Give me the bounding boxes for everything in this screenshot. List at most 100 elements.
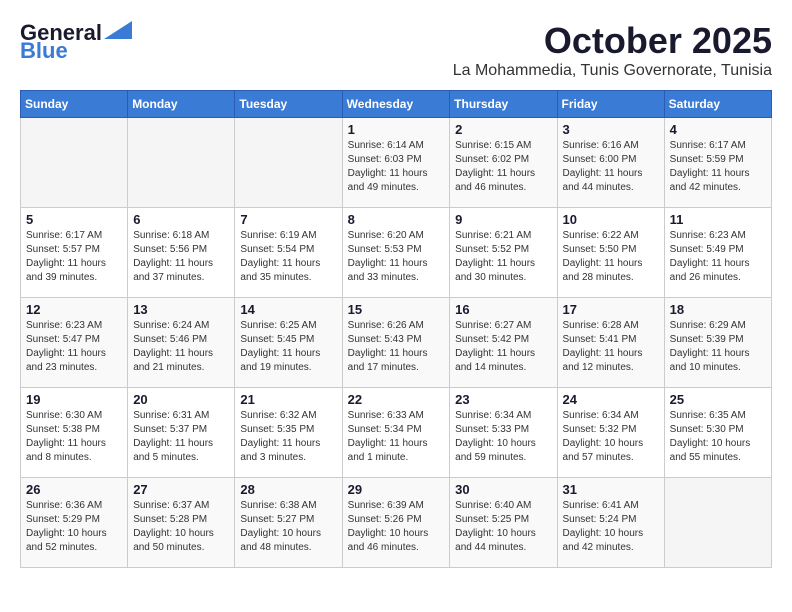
calendar-cell: 15 Sunrise: 6:26 AM Sunset: 5:43 PM Dayli… <box>342 298 450 388</box>
calendar-cell: 31 Sunrise: 6:41 AM Sunset: 5:24 PM Dayli… <box>557 478 664 568</box>
calendar-cell: 29Sunrise: 6:39 AM Sunset: 5:26 PM Dayli… <box>342 478 450 568</box>
day-number: 15 <box>348 302 445 317</box>
calendar-cell: 14 Sunrise: 6:25 AM Sunset: 5:45 PM Dayli… <box>235 298 342 388</box>
day-number: 26 <box>26 482 122 497</box>
day-info: Sunrise: 6:34 AM Sunset: 5:33 PM Dayligh… <box>455 409 551 465</box>
calendar-cell: 25 Sunrise: 6:35 AM Sunset: 5:30 PM Dayli… <box>664 388 771 478</box>
day-info: Sunrise: 6:23 AM Sunset: 5:49 PM Dayligh… <box>670 229 766 285</box>
day-number: 28 <box>240 482 336 497</box>
day-info: Sunrise: 6:20 AM Sunset: 5:53 PM Dayligh… <box>348 229 445 285</box>
calendar-cell: 23Sunrise: 6:34 AM Sunset: 5:33 PM Dayli… <box>450 388 557 478</box>
calendar-cell <box>128 118 235 208</box>
day-number: 3 <box>563 122 659 137</box>
day-info: Sunrise: 6:21 AM Sunset: 5:52 PM Dayligh… <box>455 229 551 285</box>
column-header-wednesday: Wednesday <box>342 91 450 118</box>
day-number: 17 <box>563 302 659 317</box>
day-info: Sunrise: 6:27 AM Sunset: 5:42 PM Dayligh… <box>455 319 551 375</box>
day-number: 13 <box>133 302 229 317</box>
day-info: Sunrise: 6:30 AM Sunset: 5:38 PM Dayligh… <box>26 409 122 465</box>
day-info: Sunrise: 6:16 AM Sunset: 6:00 PM Dayligh… <box>563 139 659 195</box>
column-header-tuesday: Tuesday <box>235 91 342 118</box>
calendar-cell: 17Sunrise: 6:28 AM Sunset: 5:41 PM Dayli… <box>557 298 664 388</box>
logo-blue-text: Blue <box>20 38 68 64</box>
calendar-cell: 22Sunrise: 6:33 AM Sunset: 5:34 PM Dayli… <box>342 388 450 478</box>
calendar-cell: 7 Sunrise: 6:19 AM Sunset: 5:54 PM Daylig… <box>235 208 342 298</box>
day-info: Sunrise: 6:18 AM Sunset: 5:56 PM Dayligh… <box>133 229 229 285</box>
day-info: Sunrise: 6:15 AM Sunset: 6:02 PM Dayligh… <box>455 139 551 195</box>
title-block: October 2025 La Mohammedia, Tunis Govern… <box>453 20 772 80</box>
day-info: Sunrise: 6:29 AM Sunset: 5:39 PM Dayligh… <box>670 319 766 375</box>
day-number: 11 <box>670 212 766 227</box>
day-number: 30 <box>455 482 551 497</box>
day-info: Sunrise: 6:32 AM Sunset: 5:35 PM Dayligh… <box>240 409 336 465</box>
day-number: 21 <box>240 392 336 407</box>
day-number: 19 <box>26 392 122 407</box>
day-number: 16 <box>455 302 551 317</box>
calendar-cell: 13 Sunrise: 6:24 AM Sunset: 5:46 PM Dayli… <box>128 298 235 388</box>
day-info: Sunrise: 6:37 AM Sunset: 5:28 PM Dayligh… <box>133 499 229 555</box>
day-number: 27 <box>133 482 229 497</box>
day-info: Sunrise: 6:39 AM Sunset: 5:26 PM Dayligh… <box>348 499 445 555</box>
day-number: 14 <box>240 302 336 317</box>
calendar-cell: 21 Sunrise: 6:32 AM Sunset: 5:35 PM Dayli… <box>235 388 342 478</box>
calendar-cell: 18 Sunrise: 6:29 AM Sunset: 5:39 PM Dayli… <box>664 298 771 388</box>
day-number: 6 <box>133 212 229 227</box>
calendar-cell: 16 Sunrise: 6:27 AM Sunset: 5:42 PM Dayli… <box>450 298 557 388</box>
day-info: Sunrise: 6:26 AM Sunset: 5:43 PM Dayligh… <box>348 319 445 375</box>
day-number: 18 <box>670 302 766 317</box>
calendar-cell: 27 Sunrise: 6:37 AM Sunset: 5:28 PM Dayli… <box>128 478 235 568</box>
calendar-week-row: 26 Sunrise: 6:36 AM Sunset: 5:29 PM Dayli… <box>21 478 772 568</box>
calendar-cell: 12Sunrise: 6:23 AM Sunset: 5:47 PM Dayli… <box>21 298 128 388</box>
day-info: Sunrise: 6:34 AM Sunset: 5:32 PM Dayligh… <box>563 409 659 465</box>
column-header-thursday: Thursday <box>450 91 557 118</box>
day-info: Sunrise: 6:25 AM Sunset: 5:45 PM Dayligh… <box>240 319 336 375</box>
calendar-cell <box>21 118 128 208</box>
day-info: Sunrise: 6:35 AM Sunset: 5:30 PM Dayligh… <box>670 409 766 465</box>
day-info: Sunrise: 6:38 AM Sunset: 5:27 PM Dayligh… <box>240 499 336 555</box>
day-info: Sunrise: 6:41 AM Sunset: 5:24 PM Dayligh… <box>563 499 659 555</box>
calendar-week-row: 12Sunrise: 6:23 AM Sunset: 5:47 PM Dayli… <box>21 298 772 388</box>
day-info: Sunrise: 6:40 AM Sunset: 5:25 PM Dayligh… <box>455 499 551 555</box>
day-info: Sunrise: 6:36 AM Sunset: 5:29 PM Dayligh… <box>26 499 122 555</box>
column-header-monday: Monday <box>128 91 235 118</box>
day-info: Sunrise: 6:24 AM Sunset: 5:46 PM Dayligh… <box>133 319 229 375</box>
day-info: Sunrise: 6:33 AM Sunset: 5:34 PM Dayligh… <box>348 409 445 465</box>
calendar-cell: 19 Sunrise: 6:30 AM Sunset: 5:38 PM Dayli… <box>21 388 128 478</box>
page-subtitle: La Mohammedia, Tunis Governorate, Tunisi… <box>453 62 772 80</box>
day-info: Sunrise: 6:19 AM Sunset: 5:54 PM Dayligh… <box>240 229 336 285</box>
calendar-week-row: 19 Sunrise: 6:30 AM Sunset: 5:38 PM Dayli… <box>21 388 772 478</box>
day-info: Sunrise: 6:14 AM Sunset: 6:03 PM Dayligh… <box>348 139 445 195</box>
day-info: Sunrise: 6:22 AM Sunset: 5:50 PM Dayligh… <box>563 229 659 285</box>
day-number: 25 <box>670 392 766 407</box>
day-number: 31 <box>563 482 659 497</box>
day-number: 8 <box>348 212 445 227</box>
day-info: Sunrise: 6:17 AM Sunset: 5:57 PM Dayligh… <box>26 229 122 285</box>
calendar-cell <box>664 478 771 568</box>
calendar-week-row: 1Sunrise: 6:14 AM Sunset: 6:03 PM Daylig… <box>21 118 772 208</box>
day-info: Sunrise: 6:17 AM Sunset: 5:59 PM Dayligh… <box>670 139 766 195</box>
day-number: 7 <box>240 212 336 227</box>
page-header: General Blue October 2025 La Mohammedia,… <box>20 20 772 80</box>
calendar-table: SundayMondayTuesdayWednesdayThursdayFrid… <box>20 90 772 568</box>
page-title: October 2025 <box>453 20 772 62</box>
calendar-cell: 28 Sunrise: 6:38 AM Sunset: 5:27 PM Dayli… <box>235 478 342 568</box>
day-number: 9 <box>455 212 551 227</box>
calendar-cell: 11 Sunrise: 6:23 AM Sunset: 5:49 PM Dayli… <box>664 208 771 298</box>
calendar-cell: 20Sunrise: 6:31 AM Sunset: 5:37 PM Dayli… <box>128 388 235 478</box>
day-info: Sunrise: 6:31 AM Sunset: 5:37 PM Dayligh… <box>133 409 229 465</box>
calendar-cell: 8 Sunrise: 6:20 AM Sunset: 5:53 PM Daylig… <box>342 208 450 298</box>
calendar-cell: 26 Sunrise: 6:36 AM Sunset: 5:29 PM Dayli… <box>21 478 128 568</box>
day-number: 5 <box>26 212 122 227</box>
day-info: Sunrise: 6:23 AM Sunset: 5:47 PM Dayligh… <box>26 319 122 375</box>
calendar-header-row: SundayMondayTuesdayWednesdayThursdayFrid… <box>21 91 772 118</box>
day-number: 2 <box>455 122 551 137</box>
calendar-cell: 5 Sunrise: 6:17 AM Sunset: 5:57 PM Daylig… <box>21 208 128 298</box>
day-number: 10 <box>563 212 659 227</box>
column-header-saturday: Saturday <box>664 91 771 118</box>
day-number: 24 <box>563 392 659 407</box>
column-header-sunday: Sunday <box>21 91 128 118</box>
calendar-cell: 4Sunrise: 6:17 AM Sunset: 5:59 PM Daylig… <box>664 118 771 208</box>
calendar-cell: 9 Sunrise: 6:21 AM Sunset: 5:52 PM Daylig… <box>450 208 557 298</box>
calendar-cell: 24 Sunrise: 6:34 AM Sunset: 5:32 PM Dayli… <box>557 388 664 478</box>
column-header-friday: Friday <box>557 91 664 118</box>
